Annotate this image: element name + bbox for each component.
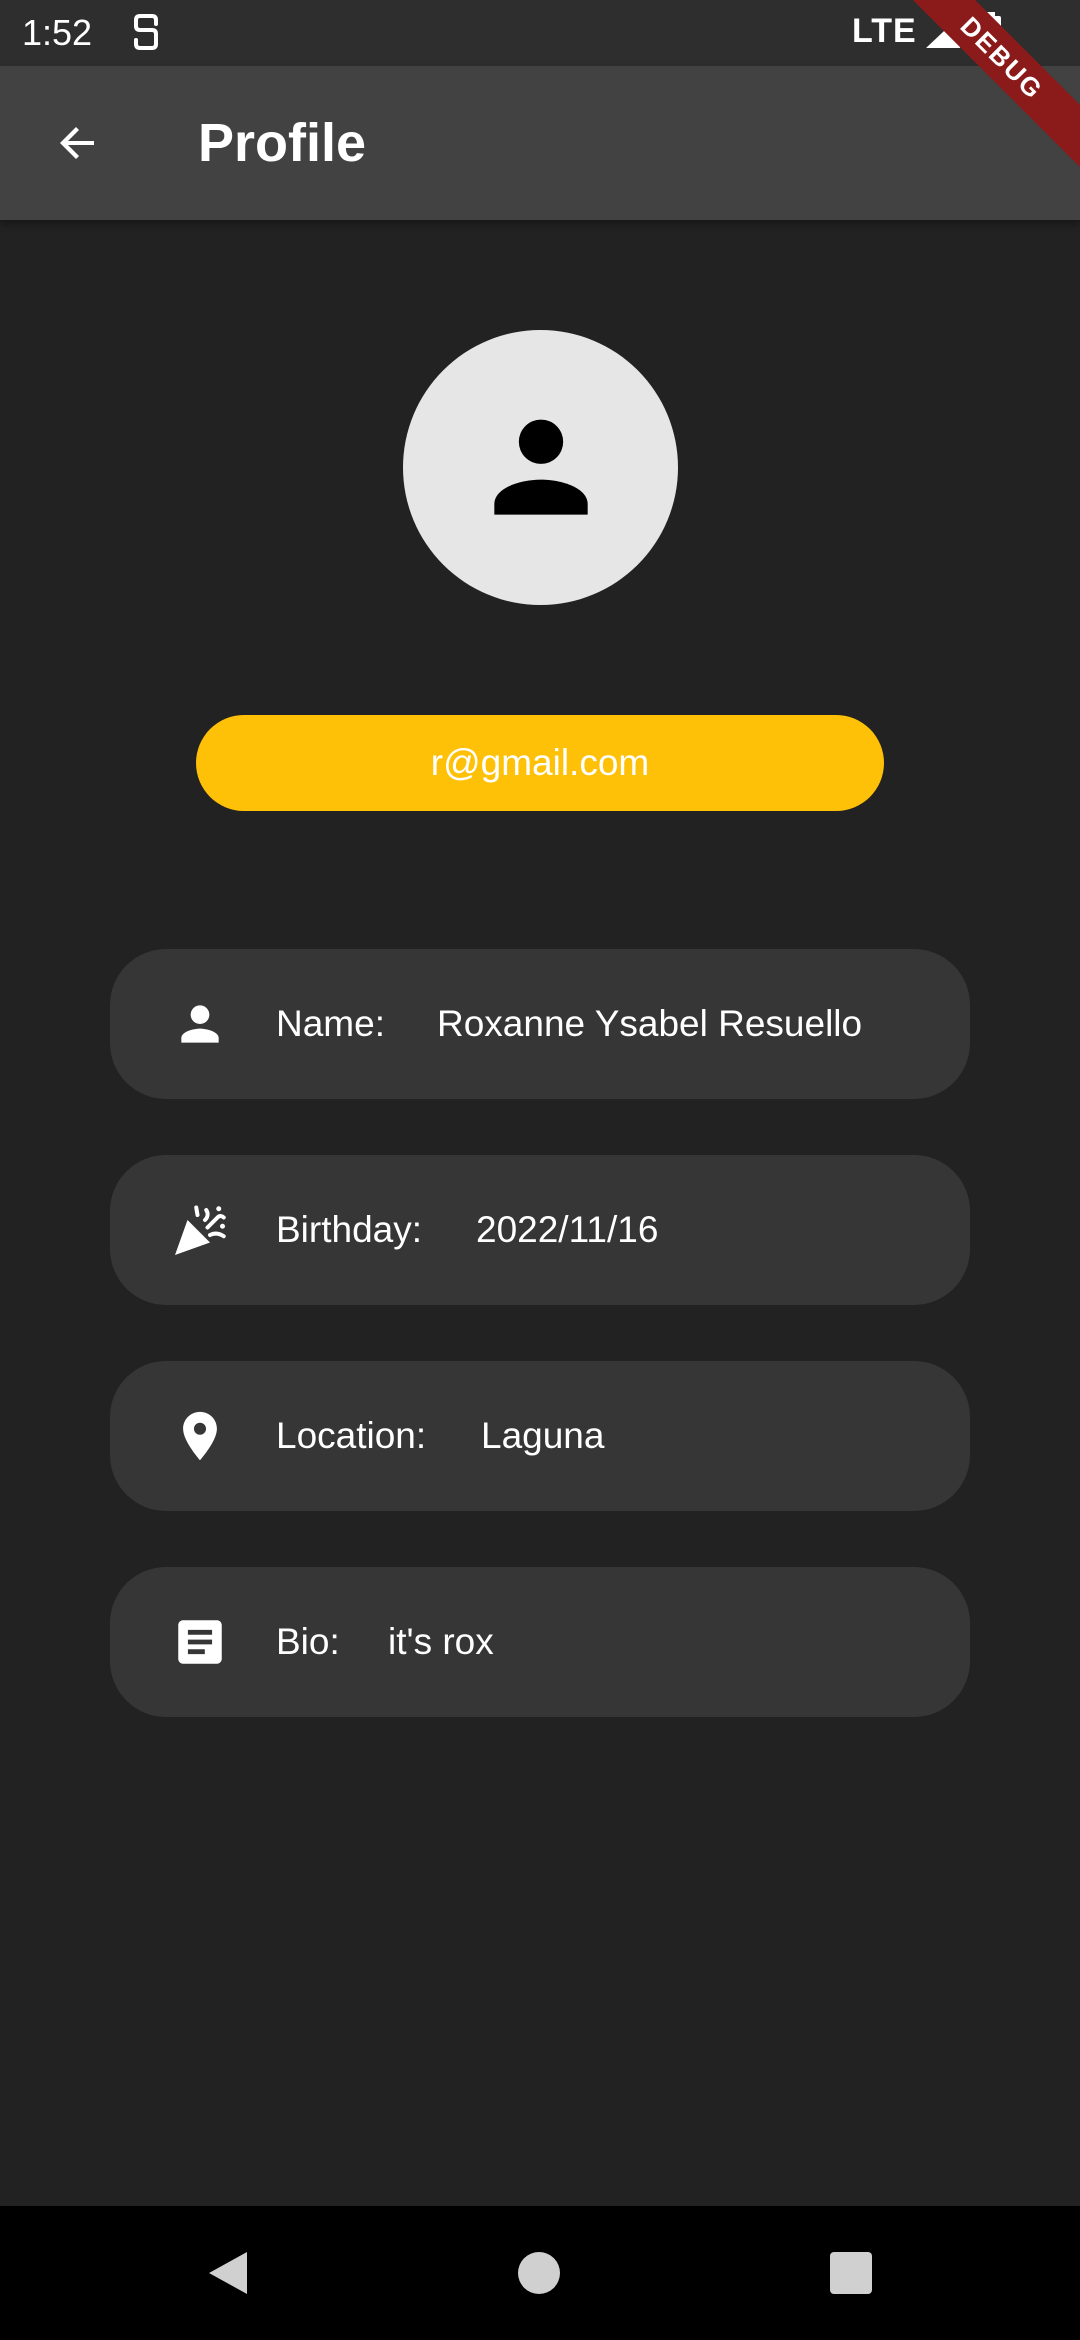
bio-label: Bio: [276, 1621, 340, 1662]
name-label: Name: [276, 1003, 385, 1044]
back-triangle-icon [209, 2252, 247, 2294]
signal-icon [924, 14, 962, 50]
arrow-back-icon [60, 127, 94, 159]
article-icon [170, 1612, 230, 1672]
birthday-label: Birthday: [276, 1209, 423, 1250]
birthday-value: 2022/11/16 [476, 1209, 659, 1250]
person-icon [493, 419, 588, 515]
back-button[interactable] [36, 110, 120, 176]
email-badge: r@gmail.com [196, 715, 884, 811]
sim-icon [128, 14, 164, 52]
app-bar: Profile [0, 66, 1080, 220]
home-circle-icon [518, 2252, 560, 2294]
recents-square-icon [830, 2252, 872, 2294]
name-card: Name: Roxanne Ysabel Resuello [110, 949, 970, 1099]
profile-screen: 1:52 LTE Profile DEBUG r@gmail.com Name:… [0, 0, 1080, 2340]
location-card: Location: Laguna [110, 1361, 970, 1511]
nav-back-button[interactable] [183, 2228, 273, 2318]
bio-value: it's rox [388, 1621, 494, 1662]
email-text: r@gmail.com [430, 742, 650, 783]
avatar [403, 330, 678, 605]
location-pin-icon [170, 1406, 230, 1466]
celebration-icon [170, 1200, 230, 1260]
birthday-card: Birthday: 2022/11/16 [110, 1155, 970, 1305]
page-title: Profile [198, 113, 367, 173]
status-bar: 1:52 LTE [0, 0, 1080, 66]
nav-recents-button[interactable] [806, 2228, 896, 2318]
system-nav-bar [0, 2206, 1080, 2340]
network-type: LTE [852, 12, 917, 50]
person-icon [170, 994, 230, 1054]
battery-icon [978, 12, 1002, 52]
location-label: Location: [276, 1415, 427, 1456]
status-time: 1:52 [22, 12, 93, 53]
location-value: Laguna [481, 1415, 605, 1456]
nav-home-button[interactable] [494, 2228, 584, 2318]
bio-card: Bio: it's rox [110, 1567, 970, 1717]
name-value: Roxanne Ysabel Resuello [437, 1003, 863, 1044]
